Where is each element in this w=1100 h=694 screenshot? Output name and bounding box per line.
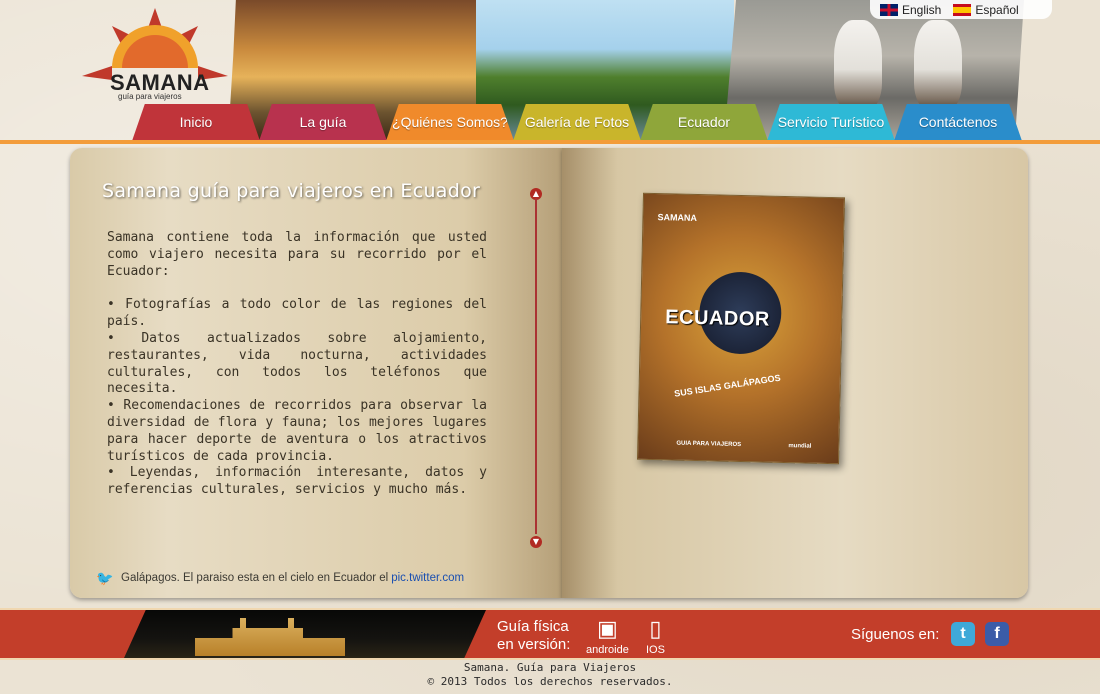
cover-brand: SAMANA	[657, 212, 698, 223]
footer-bar: Guía física en versión: ▣ androide ▯ IOS…	[0, 608, 1100, 660]
nav-quienes-somos[interactable]: ¿Quiénes Somos?	[386, 104, 514, 141]
tweet-text: Galápagos. El paraiso esta en el cielo e…	[121, 572, 389, 584]
cover-subtitle: SUS ISLAS GALÁPAGOS	[673, 372, 782, 399]
android-app-link[interactable]: ▣ androide	[586, 614, 629, 656]
language-switcher: English Español	[870, 0, 1052, 19]
uk-flag-icon	[880, 3, 898, 16]
android-label: androide	[586, 644, 629, 656]
bullet-item: • Leyendas, información interesante, dat…	[107, 465, 487, 498]
ios-app-link[interactable]: ▯ IOS	[646, 614, 665, 656]
copyright: Samana. Guía para Viajeros © 2013 Todos …	[0, 661, 1100, 689]
booby-bird-left	[834, 20, 882, 110]
language-spanish[interactable]: Español	[953, 2, 1019, 17]
content-text: Samana contiene toda la información que …	[107, 230, 487, 499]
physical-guide-label: Guía física en versión:	[497, 618, 570, 654]
cover-publisher: mundial	[788, 443, 812, 450]
nav-ecuador[interactable]: Ecuador	[640, 104, 768, 141]
follow-label: Síguenos en:	[851, 626, 940, 643]
twitter-bird-icon: 🐦	[96, 570, 114, 586]
twitter-icon[interactable]: t	[951, 622, 975, 646]
spain-flag-icon	[953, 3, 972, 16]
logo-tagline: guía para viajeros	[118, 92, 182, 101]
content-scrollbar[interactable]: ▲ ▼	[530, 188, 542, 548]
scroll-track[interactable]	[535, 198, 537, 534]
nav-la-guia[interactable]: La guía	[259, 104, 387, 141]
site-header: SAMANA guía para viajeros English Españo…	[0, 0, 1100, 143]
guide-line-2: en versión:	[497, 636, 571, 653]
language-english-label: English	[902, 2, 942, 17]
tweet-link[interactable]: pic.twitter.com	[391, 572, 464, 584]
language-english[interactable]: English	[880, 3, 941, 17]
ios-label: IOS	[646, 644, 665, 656]
header-divider	[0, 140, 1100, 144]
nav-inicio[interactable]: Inicio	[132, 104, 260, 141]
copyright-line-2: © 2013 Todos los derechos reservados.	[427, 675, 673, 688]
phone-icon: ▯	[649, 616, 662, 641]
main-navigation: Inicio La guía ¿Quiénes Somos? Galería d…	[132, 104, 1032, 141]
bullet-item: • Recomendaciones de recorridos para obs…	[107, 398, 487, 464]
language-spanish-label: Español	[975, 2, 1019, 17]
guidebook-cover-image: SAMANA ECUADOR SUS ISLAS GALÁPAGOS GUIA …	[636, 192, 846, 465]
scroll-down-icon[interactable]: ▼	[530, 536, 542, 548]
site-logo[interactable]: SAMANA guía para viajeros	[82, 6, 228, 102]
intro-paragraph: Samana contiene toda la información que …	[107, 230, 487, 279]
bullet-item: • Datos actualizados sobre alojamiento, …	[107, 330, 487, 397]
cover-band: GUIA PARA VIAJEROS	[676, 440, 742, 449]
latest-tweet: 🐦 Galápagos. El paraiso esta en el cielo…	[96, 571, 464, 585]
nav-contactenos[interactable]: Contáctenos	[894, 104, 1022, 141]
cover-title: ECUADOR	[664, 306, 771, 331]
book-left-page: Samana guía para viajeros en Ecuador Sam…	[70, 148, 562, 598]
copyright-line-1: Samana. Guía para Viajeros	[463, 661, 637, 674]
nav-servicio-turistico[interactable]: Servicio Turístico	[767, 104, 895, 141]
open-book: Samana guía para viajeros en Ecuador Sam…	[70, 148, 1028, 602]
guide-line-1: Guía física	[497, 618, 569, 635]
facebook-icon[interactable]: f	[985, 622, 1009, 646]
booby-bird-right	[914, 20, 962, 110]
nav-galeria-fotos[interactable]: Galería de Fotos	[513, 104, 641, 141]
page-title: Samana guía para viajeros en Ecuador	[102, 180, 481, 202]
bullet-item: • Fotografías a todo color de las region…	[107, 297, 487, 330]
android-icon: ▣	[597, 616, 618, 641]
